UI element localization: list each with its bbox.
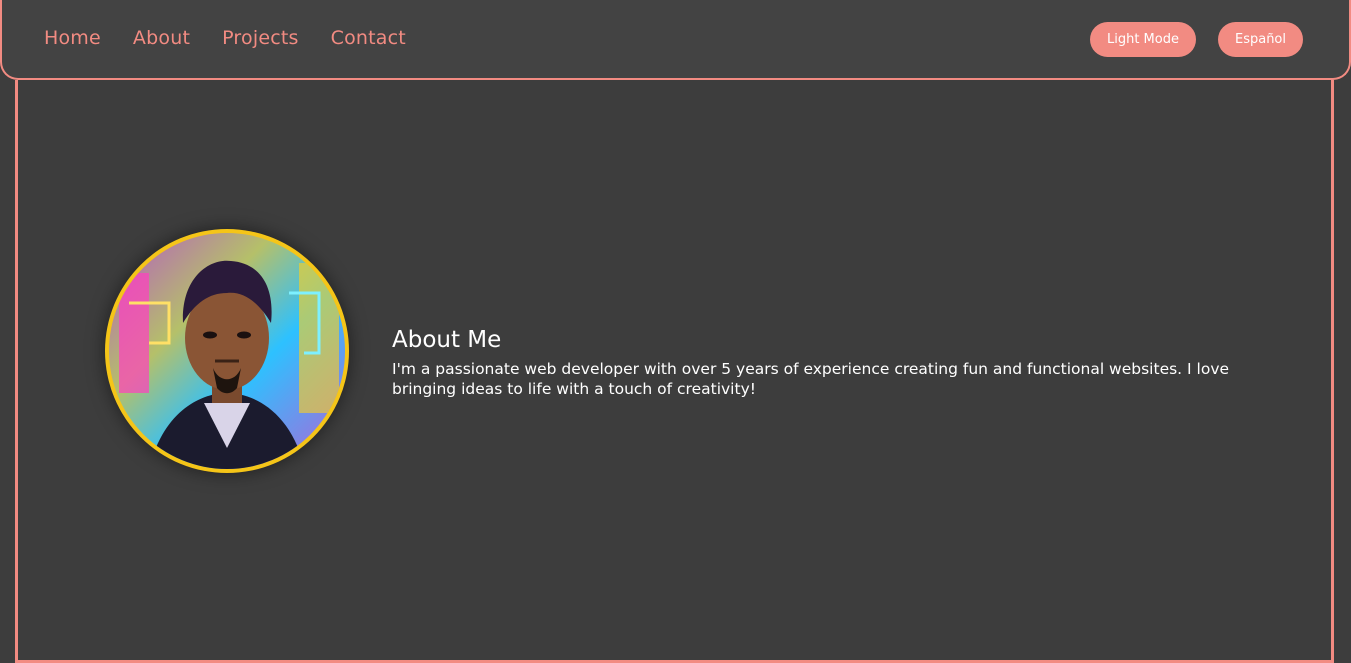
navbar: Home About Projects Contact Light Mode E… xyxy=(0,0,1351,80)
nav-link-projects[interactable]: Projects xyxy=(222,27,299,49)
nav-buttons: Light Mode Español xyxy=(1089,22,1303,57)
about-section: About Me I'm a passionate web developer … xyxy=(392,327,1232,399)
nav-links: Home About Projects Contact xyxy=(44,27,406,49)
avatar-portrait-icon xyxy=(109,233,345,469)
about-text: I'm a passionate web developer with over… xyxy=(392,360,1230,398)
nav-link-home[interactable]: Home xyxy=(44,27,101,49)
avatar-ring xyxy=(105,229,349,473)
nav-link-contact[interactable]: Contact xyxy=(331,27,406,49)
avatar xyxy=(109,233,345,469)
light-mode-button[interactable]: Light Mode xyxy=(1089,22,1196,57)
nav-link-about[interactable]: About xyxy=(133,27,190,49)
about-title: About Me xyxy=(392,327,502,353)
language-button[interactable]: Español xyxy=(1217,22,1303,57)
